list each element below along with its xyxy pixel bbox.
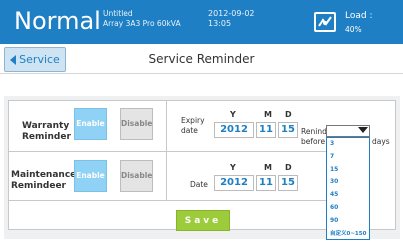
remind-before-label: Renind before (301, 127, 327, 146)
load-label: Load : (345, 11, 373, 21)
date-value: 2012-09-02 (208, 9, 255, 18)
option-item[interactable]: 3 (330, 140, 334, 148)
date-time: 2012-09-02 13:05 (208, 9, 255, 29)
maintenance-year-field[interactable]: 2012 (214, 175, 254, 191)
maintenance-disable-button[interactable]: Disable (120, 160, 153, 192)
warranty-year-field[interactable]: 2012 (214, 122, 254, 138)
month-header: M (264, 110, 272, 119)
day-header: D (285, 110, 292, 119)
maintenance-month-field[interactable]: 11 (256, 175, 276, 191)
maintenance-day-field[interactable]: 15 (278, 175, 298, 191)
expiry-date-label: Expiry date (181, 116, 205, 135)
warranty-enable-button[interactable]: Enable (74, 108, 107, 140)
option-item[interactable]: 60 (330, 204, 338, 212)
load-value: 40% (345, 25, 362, 34)
warranty-month-field[interactable]: 11 (256, 122, 276, 138)
month-header: M (264, 163, 272, 172)
mode-label: Normal (14, 7, 101, 35)
save-button[interactable]: Save (176, 210, 230, 231)
days-label: days (372, 137, 390, 146)
warranty-reminder-label: Warranty Reminder (22, 121, 71, 142)
time-value: 13:05 (208, 19, 232, 28)
warranty-disable-button[interactable]: Disable (120, 108, 153, 140)
maintenance-enable-button[interactable]: Enable (74, 160, 107, 192)
option-item[interactable]: 自定义0~150 (330, 230, 366, 238)
device-name: Array 3A3 Pro 60kVA (103, 19, 181, 28)
option-item[interactable]: 15 (330, 166, 338, 174)
document-info: Untitled Array 3A3 Pro 60kVA (103, 9, 181, 29)
document-name: Untitled (103, 9, 133, 18)
chevron-down-icon[interactable] (358, 127, 368, 133)
warranty-day-field[interactable]: 15 (278, 122, 298, 138)
row-divider (8, 151, 370, 152)
remind-days-options: 3 7 15 30 45 60 90 自定义0~150 (326, 137, 370, 240)
load-gauge-icon (314, 12, 336, 32)
column-divider (166, 100, 167, 200)
load-readout: Load : 40% (345, 10, 372, 36)
option-item[interactable]: 45 (330, 191, 338, 199)
maintenance-date-label: Date (190, 180, 208, 189)
day-header: D (285, 163, 292, 172)
maintenance-reminder-label: Maintenance Remindeer (11, 170, 77, 191)
row-divider (8, 200, 370, 201)
year-header: Y (230, 110, 236, 119)
year-header: Y (230, 163, 236, 172)
option-item[interactable]: 30 (330, 178, 338, 186)
option-item[interactable]: 7 (330, 153, 334, 161)
option-item[interactable]: 90 (330, 217, 338, 225)
page-title: Service Reminder (148, 52, 255, 66)
